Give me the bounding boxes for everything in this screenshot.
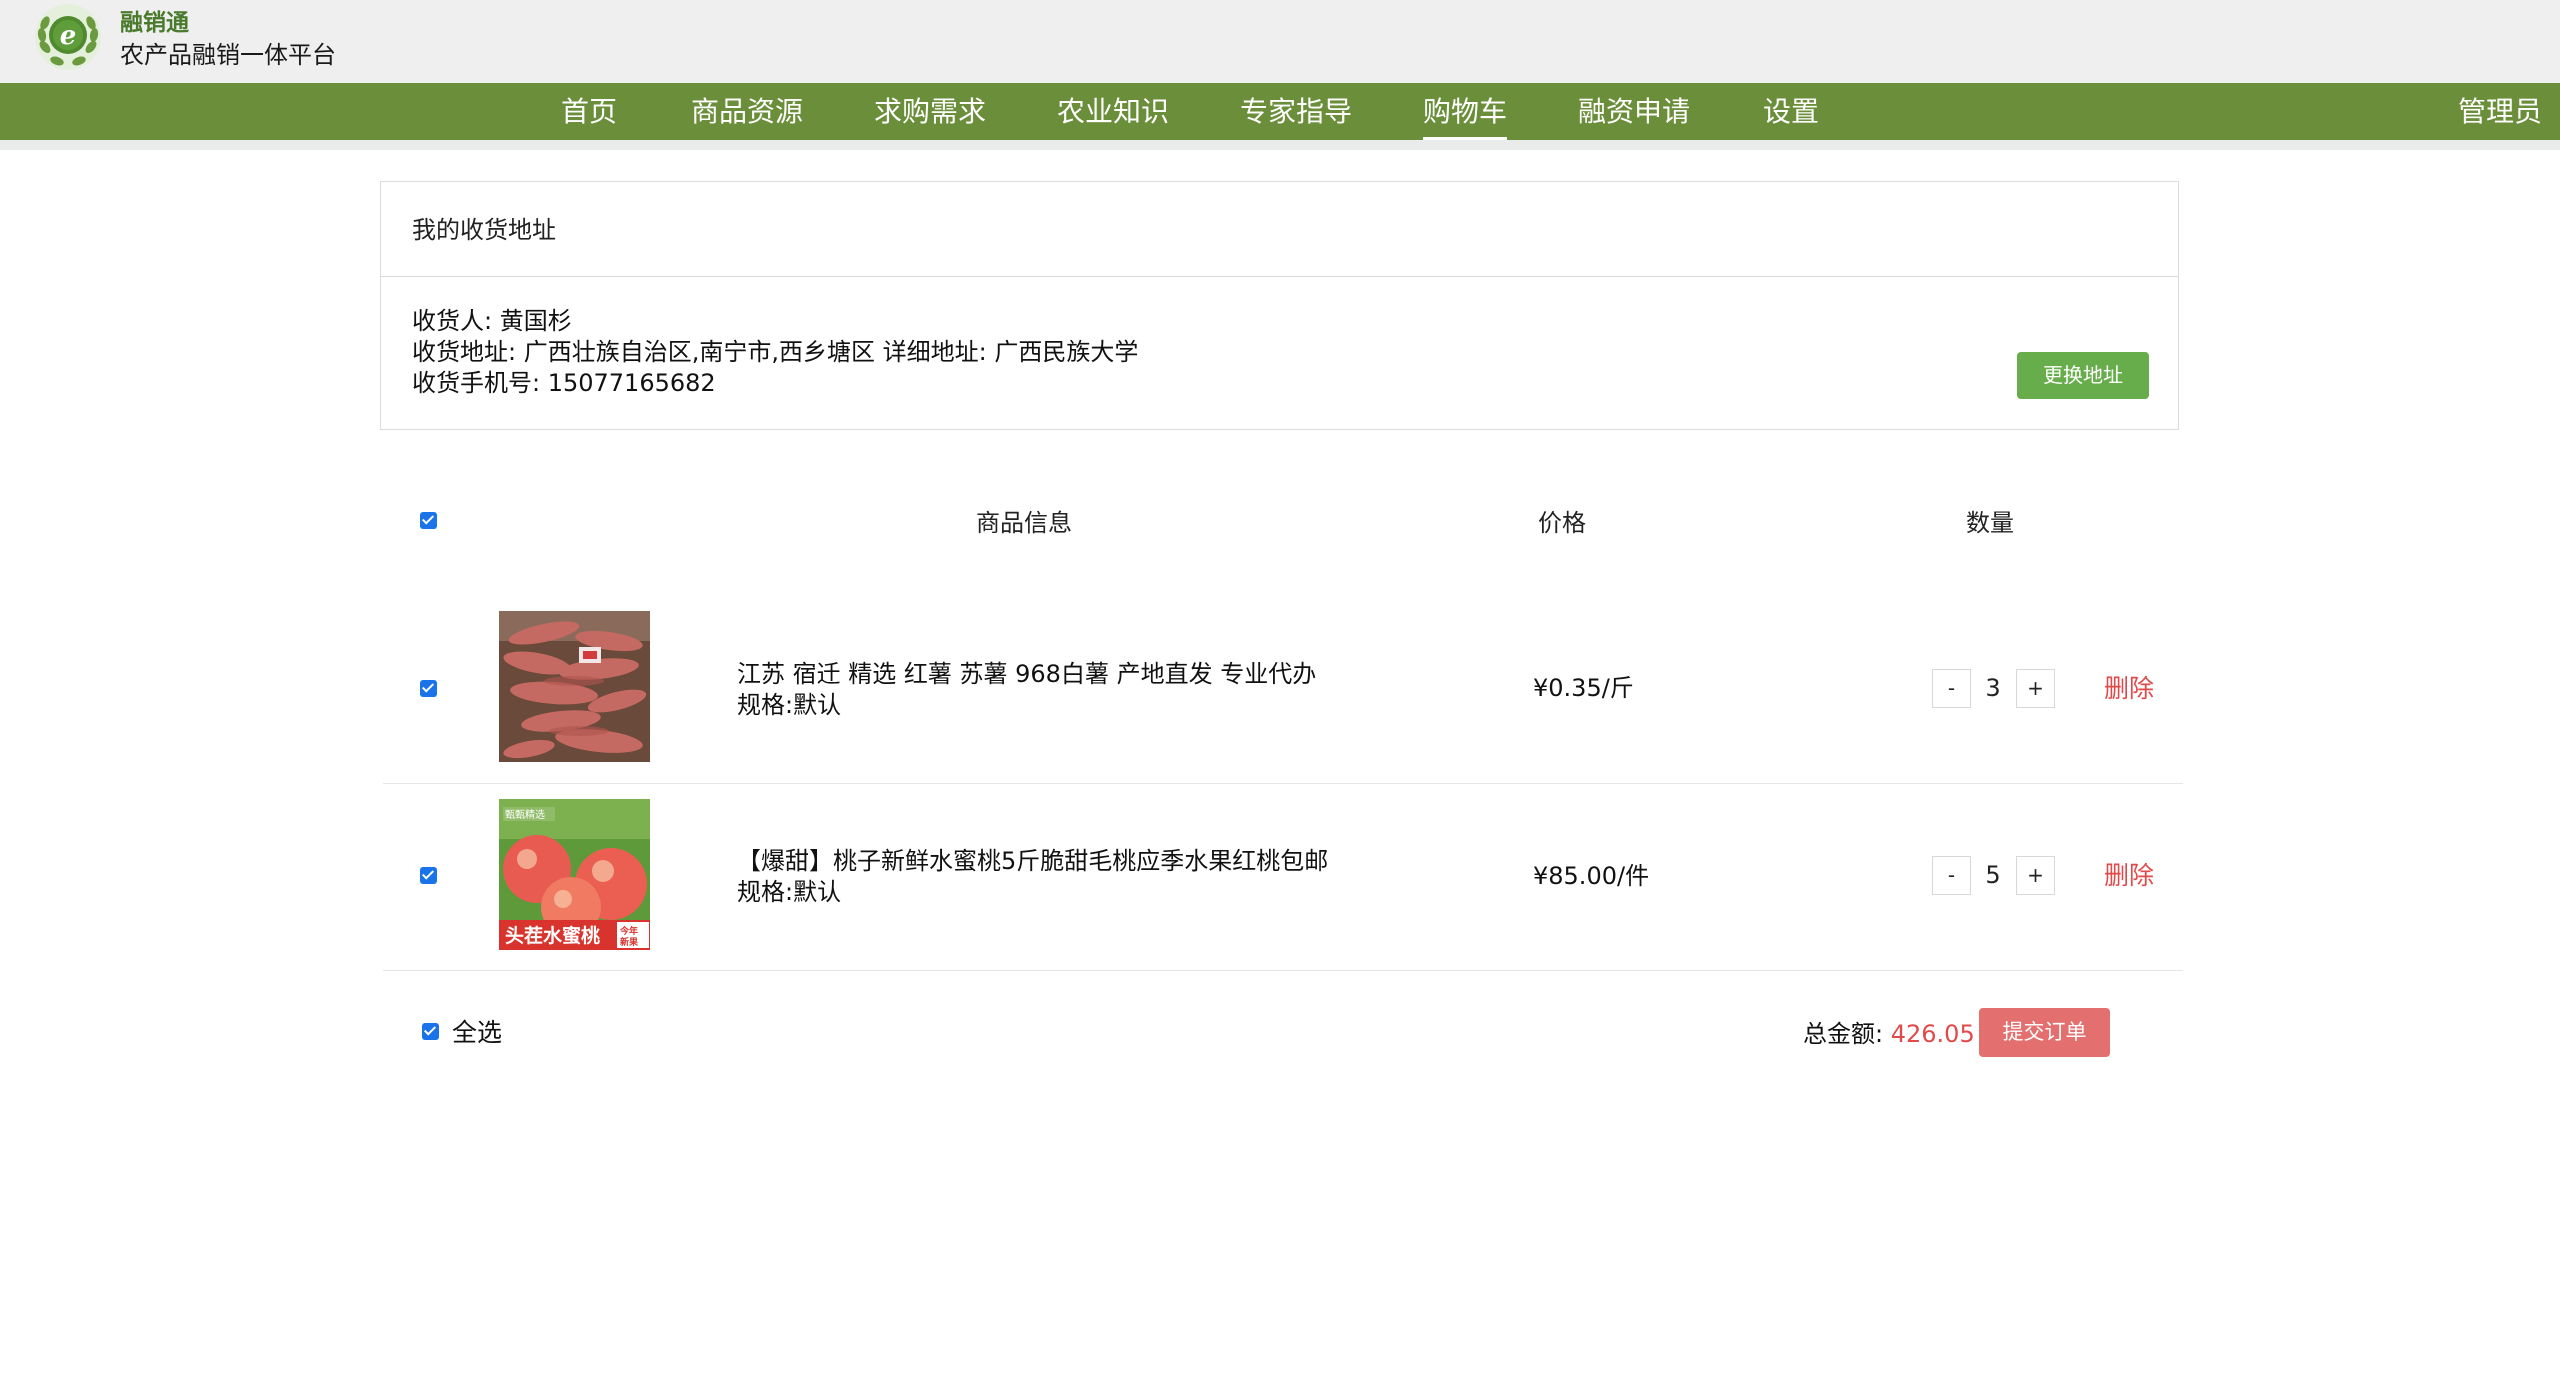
submit-order-button[interactable]: 提交订单: [1979, 1008, 2110, 1057]
nav-item-home[interactable]: 首页: [561, 83, 617, 140]
header-select-checkbox[interactable]: [420, 512, 437, 529]
address-panel: 我的收货地址 收货人: 黄国杉 收货地址: 广西壮族自治区,南宁市,西乡塘区 详…: [380, 181, 2179, 430]
nav-item-knowledge[interactable]: 农业知识: [1057, 83, 1169, 140]
product-price: ¥0.35/斤: [1533, 674, 1634, 702]
nav-item-financing[interactable]: 融资申请: [1578, 83, 1690, 140]
main-nav: 首页 商品资源 求购需求 农业知识 专家指导 购物车 融资申请 设置 管理员: [0, 83, 2560, 140]
qty-value[interactable]: 5: [1970, 856, 2016, 895]
column-header-qty: 数量: [1966, 509, 2014, 537]
qty-increase-button[interactable]: +: [2016, 856, 2055, 895]
svg-text:e: e: [60, 21, 77, 51]
svg-text:甄甄精选: 甄甄精选: [505, 808, 545, 821]
change-address-button[interactable]: 更换地址: [2017, 352, 2149, 399]
svg-text:新果: 新果: [620, 936, 639, 948]
qty-value[interactable]: 3: [1970, 669, 2016, 708]
column-header-price: 价格: [1538, 509, 1586, 537]
nav-item-products[interactable]: 商品资源: [691, 83, 803, 140]
address-receiver: 收货人: 黄国杉: [412, 307, 572, 335]
address-panel-title: 我的收货地址: [412, 216, 556, 244]
address-detail: 收货地址: 广西壮族自治区,南宁市,西乡塘区 详细地址: 广西民族大学: [412, 338, 1139, 366]
row-divider: [383, 970, 2183, 971]
brand-subtitle: 农产品融销一体平台: [120, 41, 336, 69]
brand-logo-icon: e: [35, 4, 101, 70]
product-spec: 规格:默认: [737, 878, 842, 906]
column-header-info: 商品信息: [976, 509, 1072, 537]
nav-item-demands[interactable]: 求购需求: [874, 83, 986, 140]
qty-increase-button[interactable]: +: [2016, 669, 2055, 708]
nav-item-settings[interactable]: 设置: [1763, 83, 1819, 140]
svg-text:头茬水蜜桃: 头茬水蜜桃: [505, 924, 600, 947]
select-all-label[interactable]: 全选: [452, 1016, 502, 1050]
total-label: 总金额:: [1803, 1020, 1884, 1048]
row-divider: [383, 783, 2183, 784]
qty-decrease-button[interactable]: -: [1932, 856, 1971, 895]
qty-decrease-button[interactable]: -: [1932, 669, 1971, 708]
product-image-peach[interactable]: 甄甄精选 头茬水蜜桃 今年 新果: [499, 799, 650, 950]
product-title[interactable]: 江苏 宿迁 精选 红薯 苏薯 968白薯 产地直发 专业代办: [737, 658, 1316, 690]
nav-item-experts[interactable]: 专家指导: [1240, 83, 1352, 140]
row-select-checkbox[interactable]: [420, 867, 437, 884]
address-panel-header: 我的收货地址: [381, 182, 2178, 277]
nav-divider: [0, 140, 2560, 150]
product-price: ¥85.00/件: [1533, 862, 1650, 890]
svg-text:今年: 今年: [619, 925, 638, 937]
brand-name: 融销通: [120, 10, 189, 36]
product-image-sweet-potato[interactable]: [499, 611, 650, 762]
top-header: e 融销通 农产品融销一体平台: [0, 0, 2560, 83]
product-title[interactable]: 【爆甜】桃子新鲜水蜜桃5斤脆甜毛桃应季水果红桃包邮: [737, 845, 1328, 877]
nav-item-cart[interactable]: 购物车: [1423, 83, 1508, 140]
total-value: 426.05: [1890, 1020, 1975, 1048]
address-phone: 收货手机号: 15077165682: [412, 369, 716, 397]
delete-item-link[interactable]: 删除: [2104, 673, 2154, 705]
product-spec: 规格:默认: [737, 691, 842, 719]
delete-item-link[interactable]: 删除: [2104, 860, 2154, 892]
total-amount: 总金额: 426.05: [1803, 1017, 1975, 1051]
select-all-checkbox[interactable]: [422, 1023, 439, 1040]
nav-user-admin[interactable]: 管理员: [2458, 83, 2542, 140]
row-select-checkbox[interactable]: [420, 680, 437, 697]
